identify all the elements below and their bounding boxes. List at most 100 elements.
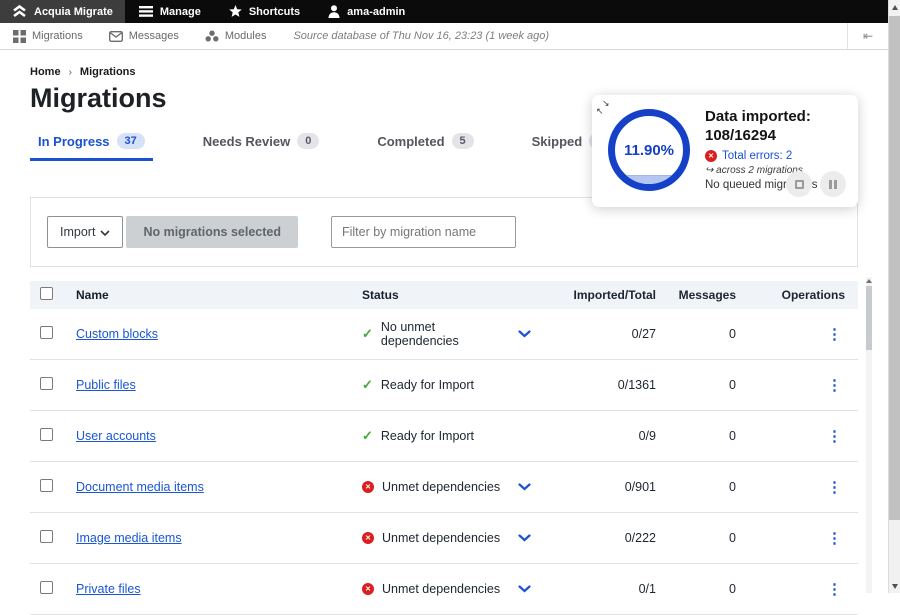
messages-label: Messages <box>129 30 179 42</box>
status-error-icon: ✕ <box>362 481 374 493</box>
status-chevron-icon[interactable] <box>518 534 531 542</box>
stop-icon <box>795 180 804 189</box>
migration-filter-input[interactable] <box>331 216 516 248</box>
select-all-checkbox[interactable] <box>40 287 53 300</box>
brand-label: Acquia Migrate <box>34 6 113 18</box>
scroll-down-button[interactable] <box>889 579 900 593</box>
toolbar-item-modules[interactable]: Modules <box>192 30 280 42</box>
status-ok-icon: ✓ <box>362 428 373 444</box>
toolbar-item-migrations[interactable]: Migrations <box>0 30 96 43</box>
tab-count-badge: 5 <box>452 133 474 149</box>
migration-name-link[interactable]: Private files <box>76 582 141 596</box>
header-messages: Messages <box>668 288 748 302</box>
user-label: ama-admin <box>347 6 405 18</box>
collapse-icon: ⇤ <box>863 29 873 43</box>
operations-kebab-icon[interactable]: ⋮ <box>827 377 842 394</box>
progress-ring: 11.90% <box>608 109 690 191</box>
breadcrumb-home-link[interactable]: Home <box>30 66 61 78</box>
pause-import-button[interactable] <box>820 171 846 197</box>
table-row: Public files ✓ ✕ Ready for Import 0/1361… <box>30 360 858 411</box>
shortcuts-menu[interactable]: Shortcuts <box>215 0 314 23</box>
manage-label: Manage <box>160 6 201 18</box>
status-text: Ready for Import <box>381 429 474 443</box>
tab-label: Skipped <box>532 134 583 149</box>
across-arrow-icon: ↪ <box>705 165 713 176</box>
admin-toolbar: Acquia Migrate Manage Shortcuts <box>0 0 888 23</box>
app-window: Acquia Migrate Manage Shortcuts <box>0 0 888 593</box>
status-text: Unmet dependencies <box>382 480 500 494</box>
tab-needs-review[interactable]: Needs Review 0 <box>195 127 328 161</box>
table-body: Custom blocks ✓ ✕ No unmet dependencies … <box>30 309 858 615</box>
table-row: User accounts ✓ ✕ Ready for Import 0/9 0… <box>30 411 858 462</box>
modules-icon <box>205 30 219 42</box>
messages-cell: 0 <box>668 582 748 596</box>
import-dropdown-button[interactable]: Import <box>47 216 123 248</box>
page-scrollbar[interactable] <box>888 0 900 593</box>
operations-kebab-icon[interactable]: ⋮ <box>827 479 842 496</box>
row-checkbox[interactable] <box>40 428 53 441</box>
tab-label: In Progress <box>38 134 110 149</box>
star-icon <box>229 5 242 18</box>
migration-name-link[interactable]: Image media items <box>76 531 182 545</box>
imported-total-cell: 0/222 <box>561 531 668 545</box>
row-checkbox[interactable] <box>40 581 53 594</box>
envelope-icon <box>109 31 123 42</box>
tab-completed[interactable]: Completed 5 <box>369 127 481 161</box>
migration-name-link[interactable]: Custom blocks <box>76 327 158 341</box>
row-checkbox[interactable] <box>40 377 53 390</box>
progress-percent: 11.90% <box>615 116 683 184</box>
operations-kebab-icon[interactable]: ⋮ <box>827 428 842 445</box>
tab-in-progress[interactable]: In Progress 37 <box>30 127 153 161</box>
migrations-label: Migrations <box>32 30 83 42</box>
grid-icon <box>13 30 26 43</box>
migration-name-link[interactable]: User accounts <box>76 429 156 443</box>
resize-handle-icon[interactable]: ↘ ↖ <box>596 97 612 117</box>
scroll-up-button[interactable] <box>889 0 900 14</box>
status-chevron-icon[interactable] <box>518 585 531 593</box>
table-scrollbar-thumb[interactable] <box>866 286 872 350</box>
hamburger-icon <box>139 6 153 17</box>
messages-cell: 0 <box>668 429 748 443</box>
messages-cell: 0 <box>668 378 748 392</box>
row-checkbox[interactable] <box>40 326 53 339</box>
table-row: Custom blocks ✓ ✕ No unmet dependencies … <box>30 309 858 360</box>
tab-count-badge: 37 <box>117 133 145 149</box>
status-error-icon: ✕ <box>362 532 374 544</box>
row-checkbox[interactable] <box>40 530 53 543</box>
user-menu[interactable]: ama-admin <box>314 0 419 23</box>
total-errors-link[interactable]: ✕ Total errors: 2 <box>705 150 848 162</box>
operations-kebab-icon[interactable]: ⋮ <box>827 581 842 598</box>
tab-count-badge: 0 <box>297 133 319 149</box>
table-scroll-up-icon[interactable] <box>866 279 872 283</box>
no-migrations-selected-button: No migrations selected <box>126 216 298 248</box>
header-name: Name <box>76 288 346 302</box>
breadcrumb: Home › Migrations <box>30 66 858 78</box>
status-ok-icon: ✓ <box>362 326 373 342</box>
stop-import-button[interactable] <box>786 171 812 197</box>
source-database-note: Source database of Thu Nov 16, 23:23 (1 … <box>293 30 549 42</box>
table-scrollbar[interactable] <box>866 277 872 593</box>
user-icon <box>328 5 340 18</box>
header-operations: Operations <box>748 288 858 302</box>
status-text: Ready for Import <box>381 378 474 392</box>
import-progress-card: ↘ ↖ 11.90% Data imported: 108/16294 ✕ To… <box>592 95 858 207</box>
migrations-table: Name Status Imported/Total Messages Oper… <box>30 281 858 615</box>
page-scrollbar-thumb[interactable] <box>889 16 900 520</box>
import-label: Import <box>60 225 95 239</box>
row-checkbox[interactable] <box>40 479 53 492</box>
operations-kebab-icon[interactable]: ⋮ <box>827 530 842 547</box>
status-error-icon: ✕ <box>362 583 374 595</box>
imported-total-cell: 0/27 <box>561 327 668 341</box>
acquia-logo-icon <box>12 5 27 18</box>
toolbar-item-messages[interactable]: Messages <box>96 30 192 42</box>
acquia-migrate-brand[interactable]: Acquia Migrate <box>0 0 125 23</box>
migration-name-link[interactable]: Document media items <box>76 480 204 494</box>
operations-kebab-icon[interactable]: ⋮ <box>827 326 842 343</box>
status-chevron-icon[interactable] <box>518 330 531 338</box>
migration-name-link[interactable]: Public files <box>76 378 136 392</box>
status-text: No unmet dependencies <box>381 320 510 348</box>
toolbar-collapse-button[interactable]: ⇤ <box>847 23 888 49</box>
manage-menu[interactable]: Manage <box>125 0 215 23</box>
actions-bar: Import No migrations selected <box>30 197 858 267</box>
status-chevron-icon[interactable] <box>518 483 531 491</box>
